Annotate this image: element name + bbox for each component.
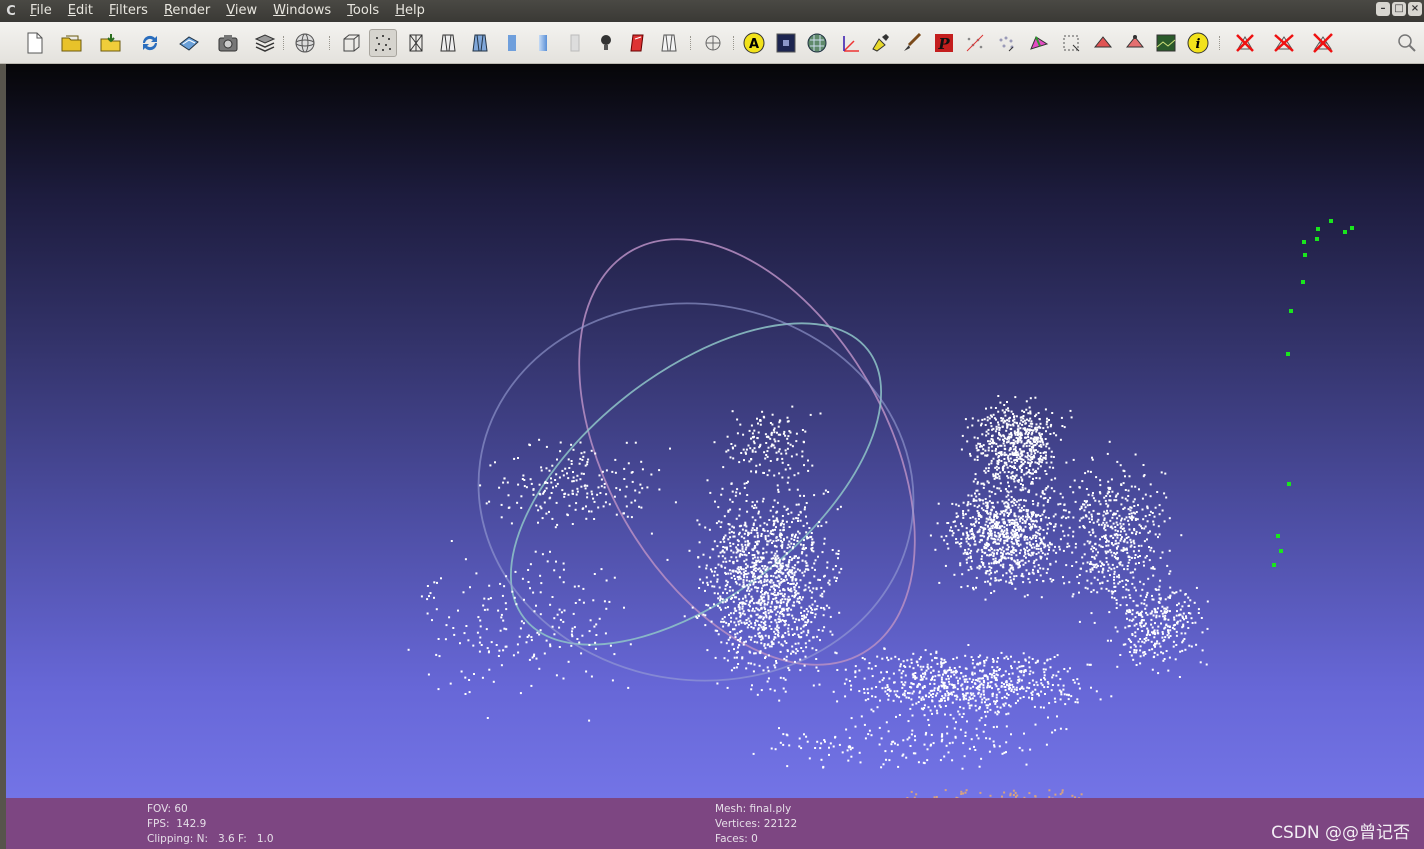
menu-tools[interactable]: Tools [339, 0, 387, 22]
image-align-icon[interactable] [1152, 29, 1180, 57]
trackball-icon[interactable] [291, 29, 319, 57]
app-logo-icon: C [6, 3, 16, 19]
texture-render-icon[interactable] [561, 29, 589, 57]
vertex-count-readout: Vertices: 22122 [715, 818, 798, 830]
delete-vertices-icon[interactable] [1270, 29, 1298, 57]
wireframe-render-icon[interactable] [402, 29, 430, 57]
trackball-ring-y [509, 322, 883, 646]
fov-readout: FOV: 60 [147, 803, 188, 815]
double-side-icon[interactable] [655, 29, 683, 57]
menu-windows[interactable]: Windows [265, 0, 339, 22]
menu-file[interactable]: File [22, 0, 60, 22]
flatlines-render-icon[interactable] [466, 29, 494, 57]
watermark-text: CSDN @@曾记否 [1271, 823, 1410, 843]
points-render-icon[interactable] [369, 29, 397, 57]
toolbar: A P i [0, 22, 1424, 64]
menu-filters[interactable]: Filters [101, 0, 156, 22]
hiddenlines-render-icon[interactable] [434, 29, 462, 57]
svg-text:P: P [937, 35, 950, 53]
shader-icon[interactable] [772, 29, 800, 57]
layers-icon[interactable] [251, 29, 279, 57]
fps-readout: FPS: 142.9 [147, 818, 207, 830]
mesh-name-readout: Mesh: final.ply [715, 803, 792, 815]
reload-icon[interactable] [136, 29, 164, 57]
align-icon[interactable] [961, 29, 989, 57]
bbox-render-icon[interactable] [337, 29, 365, 57]
measure-icon[interactable] [836, 29, 864, 57]
menu-edit[interactable]: Edit [60, 0, 101, 22]
select-connected-icon[interactable] [1121, 29, 1149, 57]
brush-icon[interactable] [898, 29, 926, 57]
flat-render-icon[interactable] [498, 29, 526, 57]
trackball-gizmo[interactable] [454, 181, 984, 723]
scene-canvas[interactable] [6, 64, 1424, 798]
menu-render[interactable]: Render [156, 0, 218, 22]
trackball-ring-z [477, 302, 915, 682]
new-project-icon[interactable] [20, 29, 48, 57]
manipulate-icon[interactable] [993, 29, 1021, 57]
face-count-readout: Faces: 0 [715, 833, 758, 845]
svg-text:i: i [1196, 37, 1201, 52]
point-cloud [407, 395, 1209, 798]
select-vertices-icon[interactable] [1089, 29, 1117, 57]
axis-toggle-icon[interactable] [699, 29, 727, 57]
backface-icon[interactable] [624, 29, 652, 57]
menu-view[interactable]: View [218, 0, 265, 22]
light-icon[interactable] [592, 29, 620, 57]
delete-all-icon[interactable] [1309, 29, 1337, 57]
delete-faces-icon[interactable] [1231, 29, 1259, 57]
close-icon[interactable]: × [1408, 2, 1422, 16]
snapshot-icon[interactable] [214, 29, 242, 57]
pdf-icon[interactable]: P [930, 29, 958, 57]
annotate-icon[interactable]: A [740, 29, 768, 57]
minimize-icon[interactable]: – [1376, 2, 1390, 16]
save-icon[interactable] [175, 29, 203, 57]
search-icon[interactable] [1393, 29, 1421, 57]
menu-bar: C File Edit Filters Render View Windows … [0, 0, 1424, 22]
clipping-readout: Clipping: N: 3.6 F: 1.0 [147, 833, 274, 845]
menu-help[interactable]: Help [387, 0, 433, 22]
info-icon[interactable]: i [1184, 29, 1212, 57]
smooth-render-icon[interactable] [529, 29, 557, 57]
svg-text:A: A [749, 37, 759, 52]
import-mesh-icon[interactable] [97, 29, 125, 57]
open-project-icon[interactable] [58, 29, 86, 57]
color-paint-icon[interactable] [866, 29, 894, 57]
camera-trajectory-points [1272, 219, 1354, 567]
select-faces-icon[interactable] [1057, 29, 1085, 57]
maximize-icon[interactable]: □ [1392, 2, 1406, 16]
mesh-paint-icon[interactable] [1025, 29, 1053, 57]
raster-icon[interactable] [803, 29, 831, 57]
info-panel: FOV: 60 FPS: 142.9 Clipping: N: 3.6 F: 1… [6, 798, 1424, 849]
3d-viewport[interactable] [6, 64, 1424, 798]
